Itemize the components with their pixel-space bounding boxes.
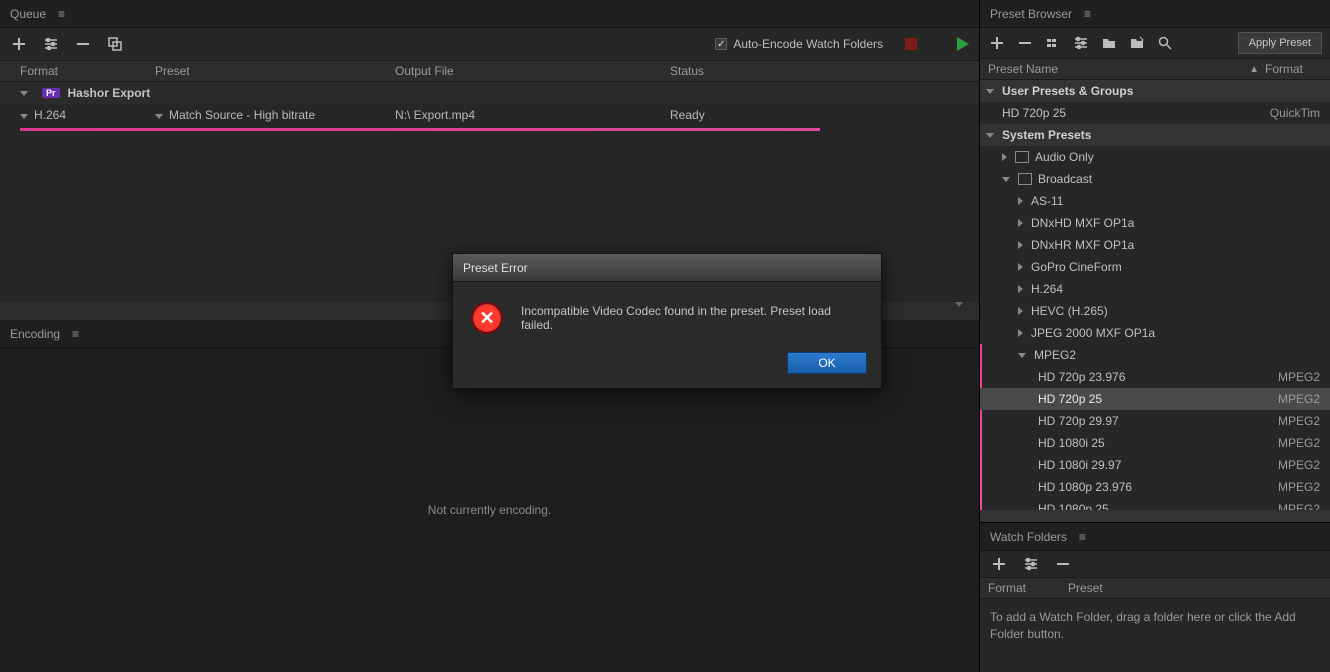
add-source-button[interactable] [10,35,28,53]
preset-browser-toolbar: Apply Preset [980,28,1330,58]
search-icon[interactable] [1156,34,1174,52]
dialog-message: Incompatible Video Codec found in the pr… [521,304,863,332]
queue-toolbar: ✓ Auto-Encode Watch Folders [0,28,979,60]
preset-item[interactable]: HD 1080i 25MPEG2 [980,432,1330,454]
preset-subgroup-mpeg2[interactable]: MPEG2 [980,344,1330,366]
delete-preset-button[interactable] [1016,34,1034,52]
error-icon: ✕ [471,302,503,334]
chevron-down-icon [155,114,163,119]
encoding-status: Not currently encoding. [428,503,551,517]
watch-folder-settings-button[interactable] [1022,555,1040,573]
preset-item[interactable]: HD 720p 23.976MPEG2 [980,366,1330,388]
import-preset-button[interactable] [1100,34,1118,52]
remove-button[interactable] [74,35,92,53]
preset-error-dialog: Preset Error ✕ Incompatible Video Codec … [452,253,882,389]
stop-queue-button[interactable] [905,38,917,50]
duplicate-button[interactable] [106,35,124,53]
preset-col-format[interactable]: Format [1265,62,1330,76]
preset-item[interactable]: HD 1080i 29.97MPEG2 [980,454,1330,476]
dialog-titlebar[interactable]: Preset Error [453,254,881,282]
premiere-badge: Pr [42,88,60,98]
watch-col-format[interactable]: Format [988,581,1068,595]
watch-folders-hint: To add a Watch Folder, drag a folder her… [990,610,1296,641]
preset-subgroup[interactable]: GoPro CineForm [980,256,1330,278]
system-presets-section[interactable]: System Presets [980,124,1330,146]
preset-item[interactable]: HD 720p 25QuickTim [980,102,1330,124]
preset-item[interactable]: HD 720p 25MPEG2 [980,388,1330,410]
export-preset-button[interactable] [1128,34,1146,52]
preset-settings-button[interactable] [1072,34,1090,52]
queue-col-preset[interactable]: Preset [155,64,395,78]
preset-item[interactable]: HD 1080p 25MPEG2 [980,498,1330,510]
preset-subgroup[interactable]: DNxHD MXF OP1a [980,212,1330,234]
encoding-menu-icon[interactable]: ≡ [72,327,79,341]
preset-subgroup[interactable]: JPEG 2000 MXF OP1a [980,322,1330,344]
horizontal-scrollbar[interactable] [980,510,1330,522]
encoding-title: Encoding [10,327,60,341]
queue-col-format[interactable]: Format [20,64,155,78]
preset-group-audio-only[interactable]: Audio Only [980,146,1330,168]
start-queue-button[interactable] [957,37,969,51]
preset-browser-menu-icon[interactable]: ≡ [1084,7,1091,21]
add-watch-folder-button[interactable] [990,555,1008,573]
chevron-down-icon[interactable] [955,302,963,307]
annotation-mark [20,128,820,131]
new-preset-button[interactable] [988,34,1006,52]
queue-col-status[interactable]: Status [670,64,810,78]
new-group-button[interactable] [1044,34,1062,52]
user-presets-section[interactable]: User Presets & Groups [980,80,1330,102]
settings-icon[interactable] [42,35,60,53]
watch-folders-title: Watch Folders [990,530,1067,544]
preset-subgroup[interactable]: DNxHR MXF OP1a [980,234,1330,256]
remove-watch-folder-button[interactable] [1054,555,1072,573]
queue-col-output[interactable]: Output File [395,64,670,78]
preset-col-name[interactable]: Preset Name [988,62,1058,76]
preset-subgroup[interactable]: H.264 [980,278,1330,300]
preset-subgroup[interactable]: HEVC (H.265) [980,300,1330,322]
queue-title: Queue [10,7,46,21]
preset-group-broadcast[interactable]: Broadcast [980,168,1330,190]
auto-encode-checkbox[interactable]: ✓ Auto-Encode Watch Folders [715,37,883,51]
chevron-down-icon [20,114,28,119]
queue-group-row[interactable]: Pr Hashor Export [0,82,979,104]
watch-folders-menu-icon[interactable]: ≡ [1079,530,1086,544]
queue-menu-icon[interactable]: ≡ [58,7,65,21]
preset-item[interactable]: HD 1080p 23.976MPEG2 [980,476,1330,498]
preset-browser-panel: Preset Browser ≡ Apply Preset Preset Nam… [980,0,1330,522]
preset-subgroup[interactable]: AS-11 [980,190,1330,212]
watch-col-preset[interactable]: Preset [1068,581,1103,595]
preset-tree[interactable]: User Presets & GroupsHD 720p 25QuickTimS… [980,80,1330,510]
chevron-down-icon [20,91,28,96]
queue-item-row[interactable]: H.264 Match Source - High bitrate N:\ Ex… [0,104,979,126]
sort-indicator-icon: ▲ [1249,64,1259,75]
preset-browser-title: Preset Browser [990,7,1072,21]
watch-folders-panel: Watch Folders ≡ Format Preset To add a W… [980,522,1330,672]
dialog-ok-button[interactable]: OK [787,352,867,374]
apply-preset-button[interactable]: Apply Preset [1238,32,1322,54]
preset-item[interactable]: HD 720p 29.97MPEG2 [980,410,1330,432]
